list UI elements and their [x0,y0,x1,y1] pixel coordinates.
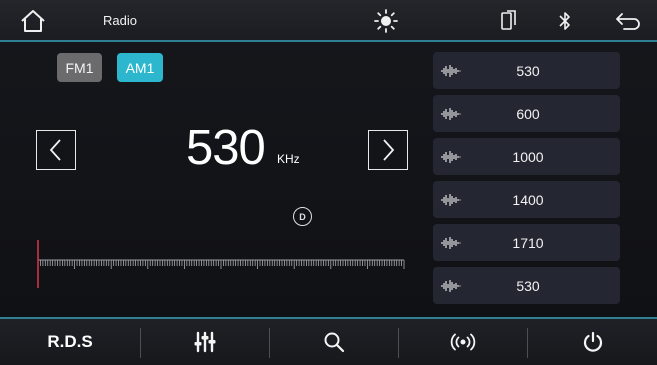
search-icon [324,332,345,353]
preset-item-5[interactable]: 1710 [433,224,620,261]
frequency-unit: KHz [277,152,300,166]
chevron-right-icon [383,139,395,161]
signal-button[interactable] [399,319,527,365]
frequency-value: 530 [186,121,266,175]
bluetooth-icon [553,7,577,35]
equalizer-icon [194,331,216,353]
preset-frequency: 1000 [512,148,544,165]
waveform-icon [436,187,466,213]
waveform-icon [436,144,466,170]
preset-item-2[interactable]: 600 [433,95,620,132]
dx-mode-badge[interactable]: D [293,207,312,226]
chevron-left-icon [49,139,61,161]
preset-frequency: 530 [516,277,540,294]
band-fm1-button[interactable]: FM1 [57,53,102,82]
radio-screen: Radio FM1 AM1 530 KHz D 530 600 1000 140… [0,0,657,365]
waveform-icon [436,101,466,127]
power-icon [583,331,602,352]
bottom-bar: R.D.S [0,317,657,365]
rds-button[interactable]: R.D.S [0,319,140,365]
phone-link-icon[interactable] [495,7,523,35]
signal-icon [450,333,476,351]
back-arrow-icon[interactable] [612,7,644,35]
preset-frequency: 1710 [512,234,544,251]
preset-frequency: 1400 [512,191,544,208]
preset-frequency: 530 [516,62,540,79]
band-am1-button[interactable]: AM1 [117,53,163,82]
waveform-icon [436,58,466,84]
home-icon[interactable] [18,7,48,35]
top-bar: Radio [0,0,657,42]
power-button[interactable] [528,319,657,365]
preset-item-6[interactable]: 530 [433,267,620,304]
equalizer-button[interactable] [141,319,269,365]
tuner-scale[interactable] [34,238,408,290]
app-title: Radio [103,13,137,28]
seek-next-button[interactable] [368,130,408,170]
brightness-icon[interactable] [372,7,400,35]
waveform-icon [436,230,466,256]
search-button[interactable] [270,319,398,365]
preset-item-1[interactable]: 530 [433,52,620,89]
preset-item-4[interactable]: 1400 [433,181,620,218]
preset-item-3[interactable]: 1000 [433,138,620,175]
seek-prev-button[interactable] [36,130,76,170]
waveform-icon [436,273,466,299]
preset-frequency: 600 [516,105,540,122]
